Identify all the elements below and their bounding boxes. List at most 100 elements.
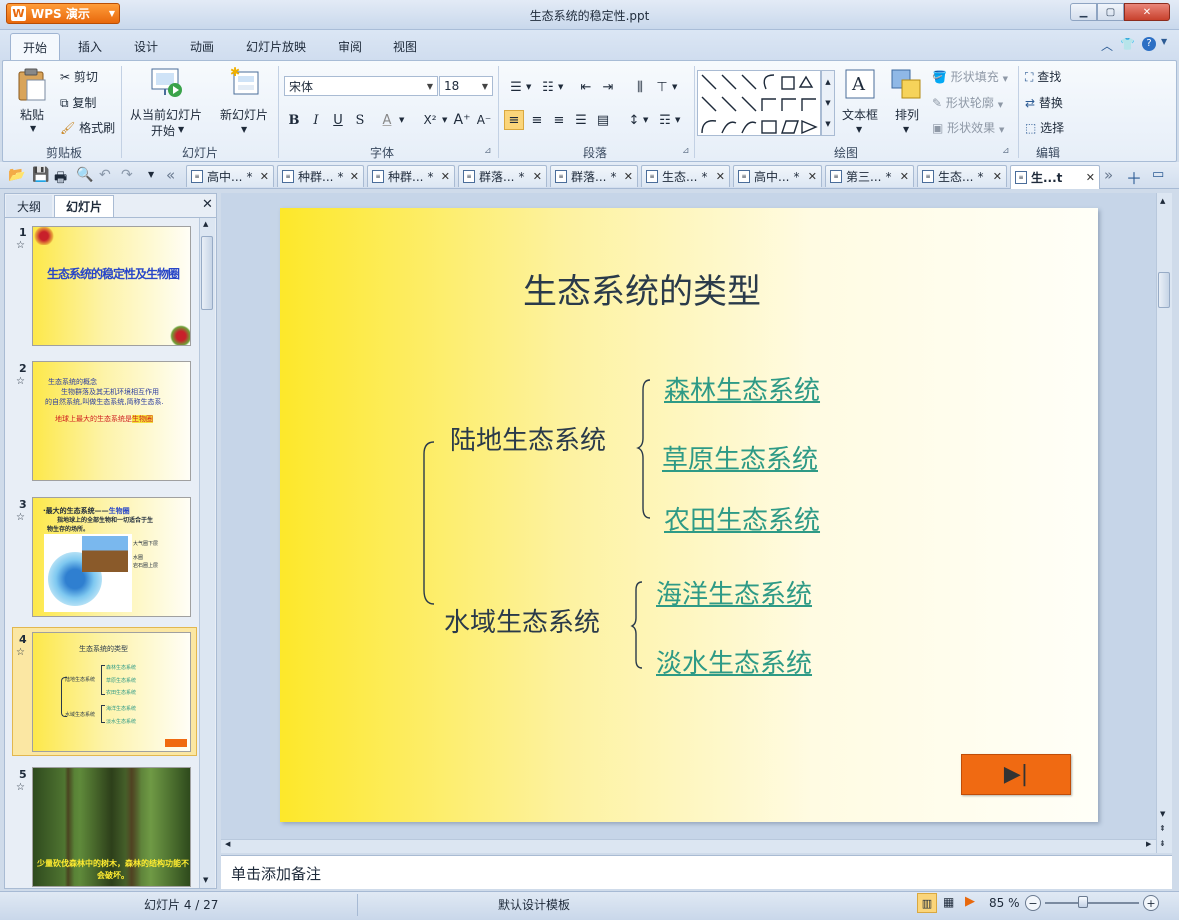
freshwater-link[interactable]: 淡水生态系统 <box>656 643 812 680</box>
strikethrough-button[interactable]: S <box>350 110 370 130</box>
minimize-button[interactable]: ▁ <box>1070 3 1097 21</box>
underline-button[interactable]: U <box>328 110 348 130</box>
notes-pane[interactable]: 单击添加备注 <box>221 855 1172 889</box>
close-tab-icon[interactable]: ✕ <box>533 170 542 183</box>
decrease-indent-icon[interactable]: ⇤ <box>576 77 596 97</box>
doc-tab[interactable]: ≡ 高中... * ✕ <box>186 165 274 187</box>
undo-icon[interactable]: ↶ <box>99 167 111 183</box>
slide-thumb-5[interactable]: 少量砍伐森林中的树木，森林的结构功能不会破坏。 <box>32 767 191 887</box>
scroll-left-icon[interactable]: ◀ <box>225 840 230 848</box>
from-current-label-2[interactable]: 开始 <box>151 122 175 139</box>
align-text-dropdown-icon[interactable]: ▼ <box>672 83 677 91</box>
slide-thumb-4[interactable]: 生态系统的类型 陆地生态系统 水域生态系统 森林生态系统 草原生态系统 农田生态… <box>32 632 191 752</box>
slide-canvas[interactable]: 生态系统的类型 陆地生态系统 水域生态系统 森林生态系统 草原生态系统 农田生态… <box>280 208 1098 822</box>
select-button[interactable]: ⬚ 选择 <box>1025 119 1064 136</box>
tab-review[interactable]: 审阅 <box>338 38 362 55</box>
italic-button[interactable]: I <box>306 110 326 130</box>
slideshow-view-icon[interactable]: ▶ <box>965 894 975 909</box>
tab-slides[interactable]: 幻灯片 <box>54 195 114 217</box>
textbox-button[interactable]: A <box>844 68 878 102</box>
close-tab-icon[interactable]: ✕ <box>1086 171 1095 184</box>
panel-scrollbar[interactable] <box>199 218 215 888</box>
tab-start[interactable]: 开始 <box>10 33 60 61</box>
shape-outline-button[interactable]: ✎ 形状轮廓 ▼ <box>932 94 1003 111</box>
save-icon[interactable]: 💾 <box>32 167 49 183</box>
paste-dropdown-icon[interactable]: ▼ <box>30 124 36 133</box>
arrange-button[interactable] <box>890 68 924 102</box>
ocean-link[interactable]: 海洋生态系统 <box>656 574 812 611</box>
copy-button[interactable]: ⧉ 复制 <box>60 94 96 111</box>
font-color-dropdown-icon[interactable]: ▼ <box>399 116 404 124</box>
bold-button[interactable]: B <box>284 110 304 130</box>
justify-icon[interactable]: ☰ <box>571 110 591 130</box>
drawing-dialog-launcher-icon[interactable]: ⊿ <box>1002 146 1010 156</box>
zoom-in-button[interactable]: + <box>1143 895 1159 911</box>
grow-font-button[interactable]: A⁺ <box>452 110 472 130</box>
slide-thumb-3[interactable]: ·最大的生态系统——生物圈 指地球上的全部生物和一切适合于生 物生存的场所。 大… <box>32 497 191 617</box>
new-slide-dropdown-icon[interactable]: ▼ <box>241 125 247 134</box>
columns-dropdown-icon[interactable]: ▼ <box>675 116 680 124</box>
tab-animation[interactable]: 动画 <box>190 38 214 55</box>
panel-scroll-thumb[interactable] <box>201 236 213 310</box>
script-dropdown-icon[interactable]: ▼ <box>442 116 447 124</box>
doc-tab[interactable]: ≡ 生...t ✕ <box>1010 165 1100 189</box>
shape-gallery[interactable] <box>697 70 821 136</box>
close-button[interactable]: ✕ <box>1124 3 1170 21</box>
cut-button[interactable]: ✂ 剪切 <box>60 68 98 85</box>
normal-view-icon[interactable]: ▥ <box>917 893 937 913</box>
close-tab-icon[interactable]: ✕ <box>441 170 450 183</box>
columns-icon[interactable]: ☶ <box>655 110 675 130</box>
doc-tab[interactable]: ≡ 生态... * ✕ <box>641 165 730 187</box>
textbox-label[interactable]: 文本框 <box>842 106 878 123</box>
close-tab-icon[interactable]: ✕ <box>624 170 633 183</box>
customize-toolbar-icon[interactable]: ▼ <box>148 170 154 179</box>
zoom-out-button[interactable]: − <box>1025 895 1041 911</box>
shape-effect-button[interactable]: ▣ 形状效果 ▼ <box>932 119 1004 136</box>
close-tab-icon[interactable]: ✕ <box>808 170 817 183</box>
close-tab-icon[interactable]: ✕ <box>900 170 909 183</box>
increase-indent-icon[interactable]: ⇥ <box>598 77 618 97</box>
close-tab-icon[interactable]: ✕ <box>993 170 1002 183</box>
paste-button[interactable] <box>16 66 48 104</box>
from-current-label-1[interactable]: 从当前幻灯片 <box>130 106 202 123</box>
paste-label[interactable]: 粘贴 <box>20 106 44 123</box>
print-icon[interactable]: 🖶 <box>54 167 67 191</box>
arrange-label[interactable]: 排列 <box>895 106 919 123</box>
prev-slide-icon[interactable]: ⇞ <box>1159 824 1166 833</box>
help-icon[interactable]: ? <box>1142 37 1156 51</box>
text-direction-icon[interactable]: ⫼ <box>630 77 650 97</box>
doc-tab[interactable]: ≡ 种群... * ✕ <box>367 165 455 187</box>
close-tab-icon[interactable]: ✕ <box>716 170 725 183</box>
shrink-font-button[interactable]: A⁻ <box>474 110 494 130</box>
zoom-slider-track[interactable] <box>1045 902 1139 904</box>
tab-outline[interactable]: 大纲 <box>6 195 52 217</box>
shape-gallery-scroll[interactable]: ▲ ▼ ▼ <box>821 70 835 136</box>
doc-tab[interactable]: ≡ 第三... * ✕ <box>825 165 914 187</box>
doc-tab[interactable]: ≡ 高中... * ✕ <box>733 165 822 187</box>
bullets-icon[interactable]: ☰ <box>506 77 526 97</box>
tab-insert[interactable]: 插入 <box>78 38 102 55</box>
doc-tab[interactable]: ≡ 群落... * ✕ <box>550 165 638 187</box>
forest-link[interactable]: 森林生态系统 <box>664 370 820 407</box>
new-slide-label[interactable]: 新幻灯片 <box>220 106 268 123</box>
replace-button[interactable]: ⇄ 替换 <box>1025 94 1063 111</box>
format-painter-button[interactable]: 🖌 格式刷 <box>60 119 115 136</box>
close-tab-icon[interactable]: ✕ <box>350 170 359 183</box>
textbox-dropdown-icon[interactable]: ▼ <box>856 125 862 134</box>
editor-scroll-thumb[interactable] <box>1158 272 1170 308</box>
line-spacing-dropdown-icon[interactable]: ▼ <box>643 116 648 124</box>
align-text-icon[interactable]: ⊤ <box>652 77 672 97</box>
close-tab-icon[interactable]: ✕ <box>260 170 269 183</box>
editor-hscrollbar[interactable] <box>221 839 1156 853</box>
line-spacing-icon[interactable]: ↕ <box>624 110 644 130</box>
align-center-icon[interactable]: ≡ <box>527 110 547 130</box>
farmland-link[interactable]: 农田生态系统 <box>664 500 820 537</box>
paragraph-dialog-launcher-icon[interactable]: ⊿ <box>682 146 690 156</box>
numbering-dropdown-icon[interactable]: ▼ <box>558 83 563 91</box>
tabs-scroll-left-icon[interactable]: « <box>166 166 175 184</box>
font-dialog-launcher-icon[interactable]: ⊿ <box>484 146 492 156</box>
slide-thumb-2[interactable]: 生态系统的概念 生物群落及其无机环境相互作用 的自然系统,叫做生态系统,简称生态… <box>32 361 191 481</box>
align-left-icon[interactable]: ≡ <box>504 110 524 130</box>
tabs-scroll-right-icon[interactable]: » <box>1104 166 1113 184</box>
font-size-select[interactable]: 18 ▼ <box>439 76 493 96</box>
